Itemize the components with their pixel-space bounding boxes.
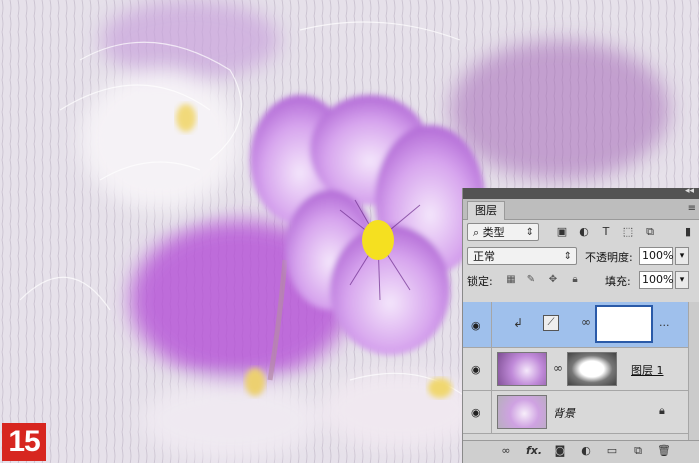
filter-toggle-icon[interactable]: ▮ [681,225,695,239]
eye-icon: ◉ [471,363,481,376]
eye-icon: ◉ [471,406,481,419]
search-icon: ⌕ [473,226,483,239]
link-layers-icon[interactable]: ∞ [499,444,513,458]
fx-icon[interactable]: fx. [525,444,543,458]
visibility-toggle[interactable]: ◉ [463,348,492,390]
opacity-input[interactable]: 100% [639,247,673,265]
collapse-icon[interactable]: ◂◂ [685,186,694,196]
lock-move-icon[interactable]: ✥ [547,274,559,286]
opacity-label: 不透明度: [585,251,633,264]
filter-kind-select[interactable]: ⌕ 类型 ⇕ [467,223,539,241]
blend-mode-value: 正常 [473,250,495,263]
lock-label: 锁定: [467,275,493,288]
blend-row: 正常 ⇕ 不透明度: 100% ▾ [463,244,699,268]
delete-layer-icon[interactable]: 🗑︎ [657,444,671,458]
lock-row: 锁定: ▦ ✎ ✥ 🔒︎ 填充: 100% ▾ [463,268,699,292]
curves-adjustment-icon: ⟋ [543,315,559,331]
panel-menu-icon[interactable]: ≡ [688,203,696,214]
tab-layers[interactable]: 图层 [467,201,505,220]
new-layer-icon[interactable]: ⧉ [631,444,645,458]
link-chain-icon[interactable]: ∞ [581,315,591,329]
visibility-toggle[interactable]: ◉ [463,391,492,433]
panel-bottom-toolbar: ∞ fx. ◙ ◐ ▭ ⧉ 🗑︎ [463,440,699,463]
more-options[interactable]: ... [659,316,670,329]
filter-pixel-icon[interactable]: ▣ [555,225,569,239]
layer-row-adjustment[interactable]: ◉ ↲ ⟋ ∞ ... [463,302,699,348]
opacity-dropdown-icon[interactable]: ▾ [675,247,689,265]
layer-name[interactable]: 图层 1 [631,362,664,378]
panel-title-bar: ◂◂ [463,186,699,199]
layers-scrollbar[interactable] [688,302,699,441]
layer-mask-thumbnail[interactable] [567,352,617,386]
filter-smart-object-icon[interactable]: ⧉ [643,225,657,239]
link-chain-icon[interactable]: ∞ [553,361,563,375]
new-group-icon[interactable]: ▭ [605,444,619,458]
lock-brush-icon[interactable]: ✎ [525,274,537,286]
fill-dropdown-icon[interactable]: ▾ [675,271,689,289]
layer-name[interactable]: 背景 [553,405,575,421]
layer-image-thumbnail[interactable] [497,395,547,429]
new-adjustment-icon[interactable]: ◐ [579,444,593,458]
add-mask-icon[interactable]: ◙ [553,444,567,458]
filter-type-icon[interactable]: T [599,225,613,239]
layer-row-background[interactable]: ◉ 背景 🔒︎ [463,391,699,434]
visibility-toggle[interactable]: ◉ [463,302,492,347]
clip-arrow-icon: ↲ [513,316,524,330]
lock-all-icon[interactable]: 🔒︎ [569,274,581,286]
filter-adjustment-icon[interactable]: ◐ [577,225,591,239]
chevron-updown-icon: ⇕ [525,227,534,238]
fill-input[interactable]: 100% [639,271,673,289]
fill-label: 填充: [605,275,631,288]
lock-transparency-icon[interactable]: ▦ [505,274,517,286]
layer-list: ◉ ↲ ⟋ ∞ ... ◉ ∞ 图层 1 ◉ 背景 🔒︎ [463,302,699,434]
layer-row-image[interactable]: ◉ ∞ 图层 1 [463,348,699,391]
filter-kind-label: 类型 [482,226,505,239]
layer-mask-thumbnail[interactable] [595,305,653,343]
step-badge: 15 [2,423,46,461]
filter-shape-icon[interactable]: ⬚ [621,225,635,239]
filter-row: ⌕ 类型 ⇕ ▣ ◐ T ⬚ ⧉ ▮ [463,220,699,244]
panel-tab-row: 图层 ≡ [463,199,699,220]
layer-image-thumbnail[interactable] [497,352,547,386]
chevron-updown-icon: ⇕ [563,251,572,262]
blend-mode-select[interactable]: 正常 ⇕ [467,247,577,265]
layers-panel: ◂◂ 图层 ≡ ⌕ 类型 ⇕ ▣ ◐ T ⬚ ⧉ ▮ 正常 ⇕ 不透明度: 10… [462,186,699,463]
lock-icon: 🔒︎ [659,404,665,417]
eye-icon: ◉ [471,318,481,332]
